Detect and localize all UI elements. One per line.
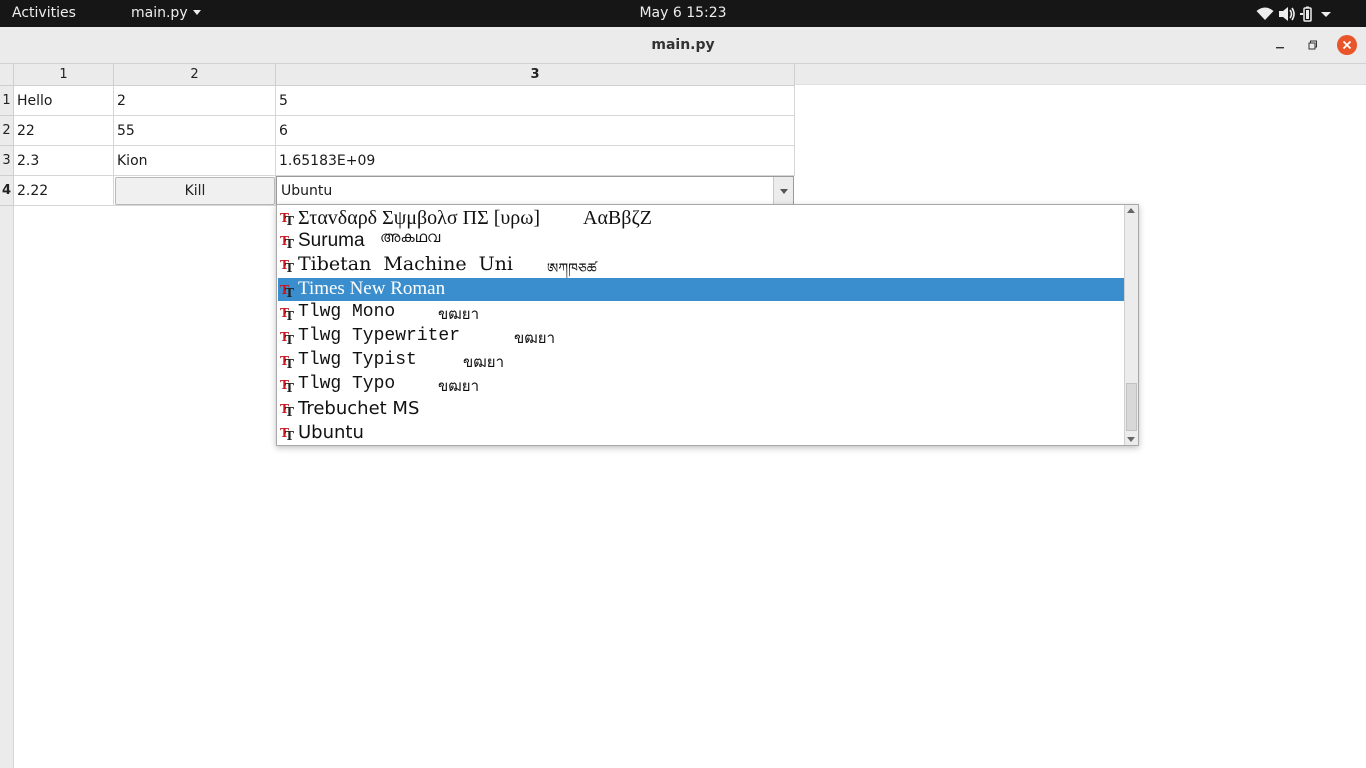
font-option-tlwg-typewriter[interactable]: TT Tlwg Typewriter ขฒยา xyxy=(278,325,1125,349)
row-header-2[interactable]: 2 xyxy=(0,116,14,146)
svg-text:T: T xyxy=(285,286,294,298)
column-header-3[interactable]: 3 xyxy=(276,64,795,86)
app-menu-label: main.py xyxy=(131,5,188,21)
app-menu[interactable]: main.py xyxy=(131,5,201,22)
font-option-trebuchet-ms[interactable]: TT Trebuchet MS xyxy=(278,397,1125,421)
font-combo-box[interactable]: Ubuntu xyxy=(276,176,794,206)
truetype-font-icon: TT xyxy=(280,234,294,249)
scroll-down-arrow-icon[interactable] xyxy=(1127,437,1135,442)
truetype-font-icon: TT xyxy=(280,283,294,298)
truetype-font-icon: TT xyxy=(280,402,294,417)
table-cell[interactable]: 55 xyxy=(114,116,276,146)
truetype-font-icon: TT xyxy=(280,330,294,345)
font-sample-text: ขฒยา xyxy=(514,329,556,347)
font-combo-value: Ubuntu xyxy=(281,183,333,199)
truetype-font-icon: TT xyxy=(280,306,294,321)
svg-text:T: T xyxy=(285,214,294,226)
table-cell[interactable]: 2.3 xyxy=(14,146,114,176)
svg-text:T: T xyxy=(285,333,294,345)
close-icon xyxy=(1342,40,1352,50)
table-cell[interactable]: 1.65183E+09 xyxy=(276,146,795,176)
window-title: main.py xyxy=(651,37,715,53)
combo-dropdown-button[interactable] xyxy=(773,177,793,205)
chevron-down-icon xyxy=(779,188,788,194)
font-sample-text: ΑαΒβζΖ xyxy=(583,207,652,229)
dropdown-scrollbar[interactable] xyxy=(1124,205,1138,445)
restore-icon xyxy=(1308,40,1317,50)
table-cell[interactable]: 5 xyxy=(276,86,795,116)
chevron-down-icon xyxy=(1321,11,1331,17)
svg-text:T: T xyxy=(285,381,294,393)
font-sample-text: ขฒยา xyxy=(438,305,480,323)
clock[interactable]: May 6 15:23 xyxy=(0,5,1366,22)
font-option-label: Tibetan Machine Uni xyxy=(298,253,513,275)
svg-text:T: T xyxy=(285,309,294,321)
font-dropdown-list[interactable]: TT Σταvδαρδ Σψμβολσ ΠΣ [υρω] ΑαΒβζΖ TT S… xyxy=(276,204,1139,446)
scrollbar-thumb[interactable] xyxy=(1126,383,1137,431)
font-option-label: Trebuchet MS xyxy=(298,398,420,419)
table-cell[interactable]: Kion xyxy=(114,146,276,176)
font-option-tlwg-typist[interactable]: TT Tlwg Typist ขฒยา xyxy=(278,349,1125,373)
column-header-1[interactable]: 1 xyxy=(14,64,114,86)
font-sample-text: ขฒยา xyxy=(463,353,505,371)
font-option-label: Tlwg Typewriter xyxy=(298,326,461,346)
wifi-icon xyxy=(1256,7,1274,20)
svg-text:T: T xyxy=(285,357,294,369)
table-cell[interactable]: 2.22 xyxy=(14,176,114,206)
table-cell[interactable]: 2 xyxy=(114,86,276,116)
font-sample-text: അകഥവ xyxy=(380,230,441,246)
font-option-suruma[interactable]: TT Suruma അകഥവ xyxy=(278,230,1125,252)
svg-text:T: T xyxy=(285,429,294,441)
kill-button[interactable]: Kill xyxy=(115,177,275,205)
table-corner-button[interactable] xyxy=(0,64,14,86)
scroll-up-arrow-icon[interactable] xyxy=(1127,208,1135,213)
font-option-label: Tlwg Mono xyxy=(298,302,396,322)
restore-button[interactable] xyxy=(1303,35,1323,55)
font-option-label: Tlwg Typo xyxy=(298,374,396,394)
minimize-icon xyxy=(1276,47,1284,49)
font-option-label: Tlwg Typist xyxy=(298,350,417,370)
font-option-label: Σταvδαρδ Σψμβολσ ΠΣ [υρω] xyxy=(298,207,541,229)
system-tray[interactable] xyxy=(1256,5,1332,22)
font-sample-text: ขฒยา xyxy=(438,377,480,395)
header-empty-area xyxy=(795,64,1366,85)
truetype-font-icon: TT xyxy=(280,378,294,393)
row-header-3[interactable]: 3 xyxy=(0,146,14,176)
caret-down-icon xyxy=(192,9,201,15)
font-option-tlwg-mono[interactable]: TT Tlwg Mono ขฒยา xyxy=(278,301,1125,325)
row-header-4[interactable]: 4 xyxy=(0,176,14,206)
table-cell[interactable]: 22 xyxy=(14,116,114,146)
svg-text:T: T xyxy=(285,405,294,417)
row-header-1[interactable]: 1 xyxy=(0,86,14,116)
font-option-ubuntu[interactable]: TT Ubuntu xyxy=(278,421,1125,445)
svg-text:T: T xyxy=(285,261,294,273)
font-option-label: Suruma xyxy=(298,230,365,251)
truetype-font-icon: TT xyxy=(280,354,294,369)
window-title-bar[interactable]: main.py xyxy=(0,27,1366,64)
font-option-label: Times New Roman xyxy=(298,278,446,299)
font-option-times-new-roman[interactable]: TT Times New Roman xyxy=(278,278,1125,301)
table-cell[interactable]: Hello xyxy=(14,86,114,116)
font-option-label: Ubuntu xyxy=(298,422,364,443)
close-button[interactable] xyxy=(1337,35,1357,55)
truetype-font-icon: TT xyxy=(280,258,294,273)
column-header-2[interactable]: 2 xyxy=(114,64,276,86)
font-option-standard-symbols[interactable]: TT Σταvδαρδ Σψμβολσ ΠΣ [υρω] ΑαΒβζΖ xyxy=(278,206,1125,230)
battery-icon xyxy=(1300,6,1312,22)
truetype-font-icon: TT xyxy=(280,426,294,441)
truetype-font-icon: TT xyxy=(280,211,294,226)
table-cell[interactable]: 6 xyxy=(276,116,795,146)
font-option-tibetan-machine-uni[interactable]: TT Tibetan Machine Uni ཨཀཁཅཚ xyxy=(278,252,1125,278)
minimize-button[interactable] xyxy=(1270,35,1290,55)
font-option-tlwg-typo[interactable]: TT Tlwg Typo ขฒยา xyxy=(278,373,1125,397)
svg-text:T: T xyxy=(285,237,294,249)
volume-icon xyxy=(1279,6,1295,21)
activities-button[interactable]: Activities xyxy=(12,5,76,22)
top-bar: Activities main.py May 6 15:23 xyxy=(0,0,1366,27)
font-sample-text: ཨཀཁཅཚ xyxy=(547,261,597,277)
row-header-empty-area xyxy=(0,206,14,768)
